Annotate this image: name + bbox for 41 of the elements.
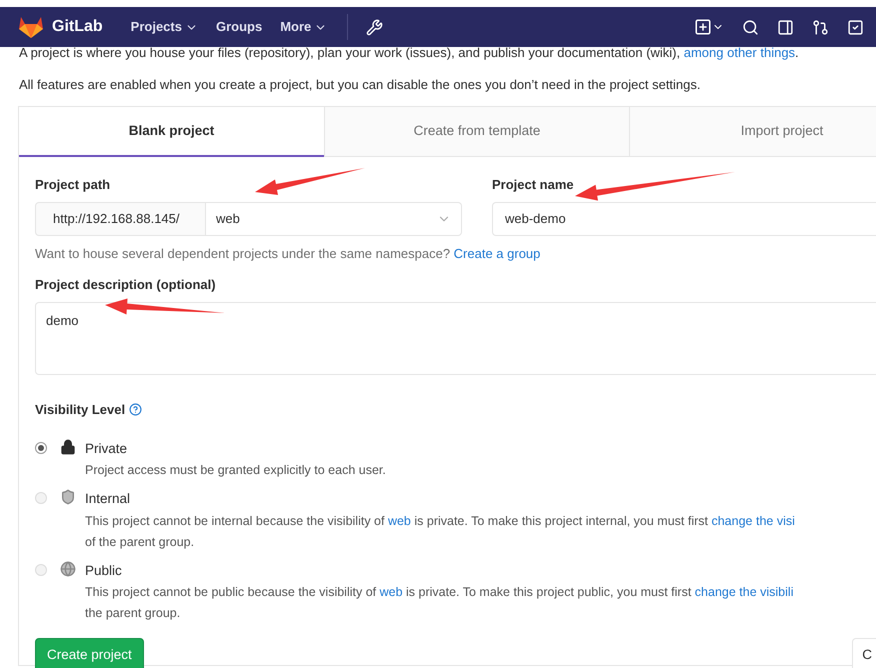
option-description: Project access must be granted explicitly to each user. xyxy=(85,462,386,480)
option-description: of the parent group. xyxy=(85,534,196,551)
new-menu[interactable] xyxy=(694,18,724,36)
nav-menu[interactable]: Groups xyxy=(216,17,262,37)
brand-name[interactable]: GitLab xyxy=(52,15,103,39)
link[interactable]: Create a group xyxy=(454,246,540,260)
hint-text: Want to house several dependent projects under the same namespace? Create a group xyxy=(35,244,542,263)
search-icon[interactable] xyxy=(742,18,759,36)
description-field[interactable]: demo xyxy=(35,302,876,374)
fox-logo-icon xyxy=(18,15,44,39)
wrench-icon[interactable] xyxy=(366,18,384,36)
secondary-button[interactable]: C xyxy=(852,638,876,668)
option-description: the parent group. xyxy=(85,604,182,622)
help-icon[interactable] xyxy=(129,402,142,416)
url-prefix: http://192.168.88.145/ xyxy=(35,202,206,236)
nav-menu[interactable]: More xyxy=(280,17,328,37)
option-label: Private xyxy=(85,440,128,458)
intro-text: All features are enabled when you create a project, but you can disable the ones you don’t need in the project settings. xyxy=(19,76,702,94)
radio-button[interactable] xyxy=(35,442,47,454)
lock-icon xyxy=(60,439,76,455)
globe-icon xyxy=(60,560,76,576)
field-label: Project description (optional) xyxy=(35,276,217,294)
field-label: Project path xyxy=(35,176,110,194)
shield-icon xyxy=(60,489,76,506)
option-description: This project cannot be internal because the visibility of web is private. To make this project internal, you must first change the visi xyxy=(85,512,795,530)
merge-request-icon[interactable] xyxy=(812,18,829,36)
panel-icon[interactable] xyxy=(777,18,794,36)
option-label: Public xyxy=(85,562,123,580)
namespace-select[interactable]: web xyxy=(206,202,462,236)
tab[interactable]: Create from template xyxy=(324,107,629,157)
input-field[interactable]: web-demo xyxy=(492,202,876,236)
section-title: Visibility Level xyxy=(35,400,126,419)
tab[interactable]: Import project xyxy=(629,107,876,157)
plus-icon xyxy=(694,18,712,36)
nav-menu[interactable]: Projects xyxy=(130,17,198,37)
option-description: This project cannot be public because the visibility of web is private. To make this project public, you must first change the visibili xyxy=(85,584,794,601)
link[interactable]: among other things xyxy=(684,45,796,60)
option-label: Internal xyxy=(85,490,132,508)
todo-icon[interactable] xyxy=(847,18,864,36)
field-label: Project name xyxy=(492,176,574,194)
intro-text: A project is where you house your files (repository), plan your work (issues), and publish your documentation (wiki), among other things. xyxy=(19,44,800,62)
